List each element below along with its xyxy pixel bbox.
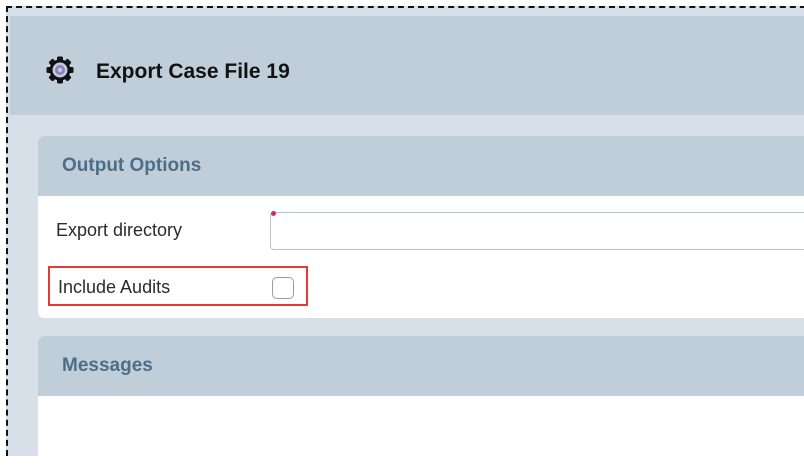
include-audits-row: Include Audits xyxy=(48,266,308,306)
required-indicator xyxy=(271,211,276,216)
messages-heading: Messages xyxy=(62,355,153,376)
output-options-panel: Output Options Export directory Include … xyxy=(38,136,804,318)
export-directory-input[interactable] xyxy=(270,212,804,250)
dialog-title: Export Case File 19 xyxy=(96,60,290,83)
dialog-window: Export Case File 19 Output Options Expor… xyxy=(6,6,804,466)
output-options-heading: Output Options xyxy=(62,155,202,176)
messages-panel: Messages xyxy=(38,336,804,466)
output-options-header[interactable]: Output Options xyxy=(38,136,804,196)
dialog-header: Export Case File 19 xyxy=(10,16,804,115)
gear-icon xyxy=(46,56,74,84)
include-audits-label: Include Audits xyxy=(58,277,171,297)
include-audits-checkbox[interactable] xyxy=(272,277,294,299)
messages-header[interactable]: Messages xyxy=(38,336,804,396)
export-directory-label: Export directory xyxy=(56,220,183,240)
